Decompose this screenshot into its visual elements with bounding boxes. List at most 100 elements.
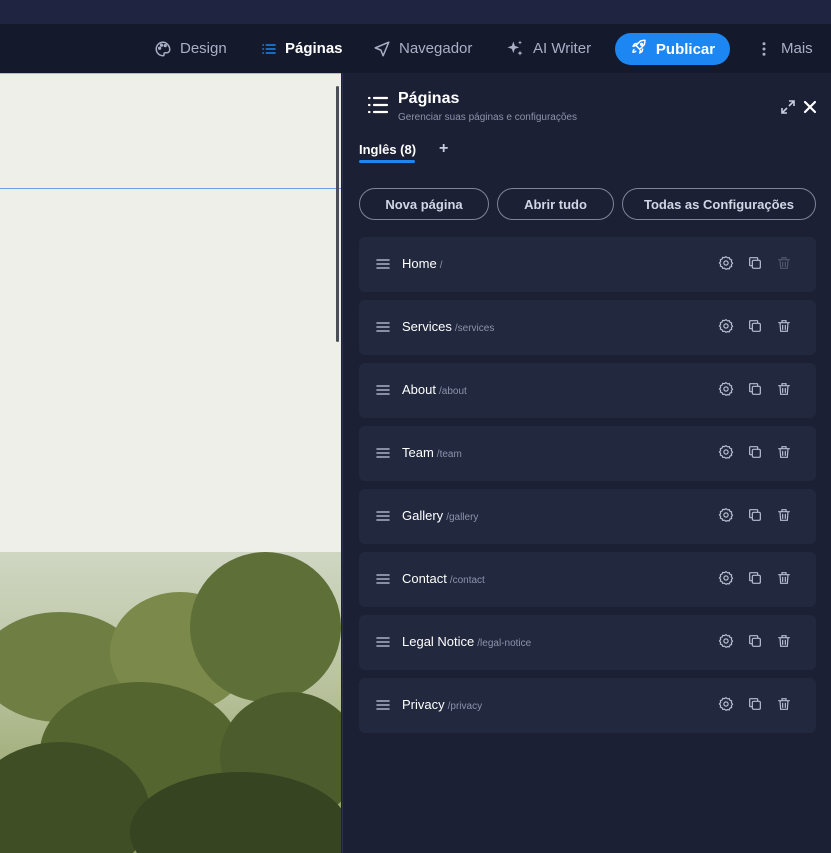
copy-icon[interactable]: [747, 381, 763, 402]
close-icon[interactable]: [803, 100, 817, 119]
page-name[interactable]: Home /: [402, 256, 442, 271]
page-row-privacy[interactable]: Privacy/privacy: [359, 678, 816, 733]
page-slug: /gallery: [446, 512, 479, 523]
page-slug: /services: [454, 323, 495, 334]
drag-handle-icon[interactable]: [376, 446, 390, 464]
trash-icon[interactable]: [776, 507, 792, 528]
drag-handle-icon[interactable]: [376, 572, 390, 590]
gear-icon[interactable]: [718, 507, 734, 528]
vertical-dots-icon: [755, 40, 773, 58]
page-name-text: Gallery: [402, 508, 444, 523]
pages-label: Páginas: [285, 40, 343, 57]
all-settings-button[interactable]: Todas as Configurações: [622, 188, 816, 220]
page-name-text: About: [402, 382, 436, 397]
trash-icon[interactable]: [776, 444, 792, 465]
expand-icon[interactable]: [781, 100, 795, 119]
page-name[interactable]: Contact/contact: [402, 571, 485, 586]
copy-icon[interactable]: [747, 633, 763, 654]
design-label: Design: [180, 40, 227, 57]
guide-line: [0, 188, 341, 189]
rocket-icon: [630, 38, 648, 60]
page-name-text: Contact: [402, 571, 447, 586]
gear-icon[interactable]: [718, 318, 734, 339]
tab-english[interactable]: Inglês (8): [359, 142, 416, 157]
drag-handle-icon[interactable]: [376, 320, 390, 338]
list-icon: [261, 41, 277, 57]
page-slug: /legal-notice: [477, 638, 532, 649]
more-button[interactable]: Mais: [755, 24, 813, 73]
panel-subtitle: Gerenciar suas páginas e configurações: [398, 112, 577, 123]
navigator-label: Navegador: [399, 40, 473, 57]
page-row-services[interactable]: Services/services: [359, 300, 816, 355]
page-name[interactable]: Gallery/gallery: [402, 508, 478, 523]
gear-icon[interactable]: [718, 444, 734, 465]
page-name[interactable]: Team/team: [402, 445, 462, 460]
page-name-text: Legal Notice: [402, 634, 475, 649]
trash-icon[interactable]: [776, 696, 792, 717]
page-slug: /contact: [449, 575, 485, 586]
more-label: Mais: [781, 40, 813, 57]
page-row-contact[interactable]: Contact/contact: [359, 552, 816, 607]
panel-title: Páginas: [398, 90, 460, 107]
pages-button[interactable]: Páginas: [261, 24, 343, 73]
gear-icon[interactable]: [718, 381, 734, 402]
page-row-gallery[interactable]: Gallery/gallery: [359, 489, 816, 544]
copy-icon[interactable]: [747, 507, 763, 528]
trash-icon[interactable]: [776, 381, 792, 402]
copy-icon[interactable]: [747, 570, 763, 591]
copy-icon[interactable]: [747, 318, 763, 339]
publish-button[interactable]: Publicar: [615, 33, 730, 65]
tab-underline: [359, 160, 415, 163]
page-name[interactable]: Legal Notice/legal-notice: [402, 634, 531, 649]
page-slug: /team: [436, 449, 462, 460]
publish-label: Publicar: [655, 40, 716, 58]
trash-icon[interactable]: [776, 318, 792, 339]
trash-icon[interactable]: [776, 570, 792, 591]
page-slug: /: [439, 260, 443, 271]
page-row-home[interactable]: Home /: [359, 237, 816, 292]
drag-handle-icon[interactable]: [376, 257, 390, 275]
ai-writer-label: AI Writer: [533, 40, 592, 57]
page-slug: /about: [438, 386, 467, 397]
drag-handle-icon[interactable]: [376, 509, 390, 527]
sparkles-icon: [505, 39, 525, 59]
page-name-text: Privacy: [402, 697, 445, 712]
ai-writer-button[interactable]: AI Writer: [505, 24, 591, 73]
trash-icon[interactable]: [776, 255, 792, 276]
page-canvas[interactable]: [0, 73, 341, 853]
list-icon: [367, 95, 389, 120]
add-language-button[interactable]: +: [439, 140, 448, 158]
page-name[interactable]: Privacy/privacy: [402, 697, 482, 712]
top-strip: [0, 0, 831, 24]
page-name-text: Home: [402, 256, 437, 271]
drag-handle-icon[interactable]: [376, 698, 390, 716]
copy-icon[interactable]: [747, 255, 763, 276]
pages-list: Home / Services/services About/about Tea…: [359, 237, 816, 741]
page-row-team[interactable]: Team/team: [359, 426, 816, 481]
new-page-button[interactable]: Nova página: [359, 188, 489, 220]
gear-icon[interactable]: [718, 570, 734, 591]
copy-icon[interactable]: [747, 444, 763, 465]
pages-panel: Páginas Gerenciar suas páginas e configu…: [342, 73, 831, 853]
page-name[interactable]: About/about: [402, 382, 467, 397]
navigator-button[interactable]: Navegador: [373, 24, 472, 73]
page-slug: /privacy: [447, 701, 483, 712]
copy-icon[interactable]: [747, 696, 763, 717]
palette-icon: [154, 40, 172, 58]
hero-image: [0, 552, 341, 853]
drag-handle-icon[interactable]: [376, 383, 390, 401]
page-name[interactable]: Services/services: [402, 319, 494, 334]
page-row-about[interactable]: About/about: [359, 363, 816, 418]
page-name-text: Team: [402, 445, 434, 460]
navigation-arrow-icon: [373, 40, 391, 58]
open-all-button[interactable]: Abrir tudo: [497, 188, 614, 220]
gear-icon[interactable]: [718, 633, 734, 654]
page-row-legal-notice[interactable]: Legal Notice/legal-notice: [359, 615, 816, 670]
design-button[interactable]: Design: [154, 24, 227, 73]
drag-handle-icon[interactable]: [376, 635, 390, 653]
trash-icon[interactable]: [776, 633, 792, 654]
page-name-text: Services: [402, 319, 452, 334]
canvas-scrollbar[interactable]: [336, 86, 339, 342]
gear-icon[interactable]: [718, 696, 734, 717]
gear-icon[interactable]: [718, 255, 734, 276]
